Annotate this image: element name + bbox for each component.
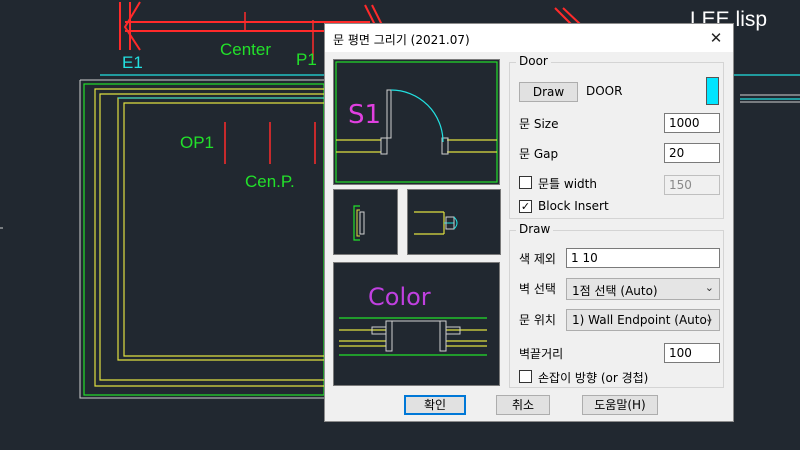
door-position-dropdown[interactable]: 1) Wall Endpoint (Auto) ⌄: [566, 309, 720, 331]
preview-frame-small: [333, 189, 398, 255]
wall-end-distance-input[interactable]: [664, 343, 720, 363]
label-e1: E1: [122, 53, 143, 72]
wall-select-label: 벽 선택: [519, 282, 556, 296]
handle-direction-label: 손잡이 방향 (or 경첩): [538, 371, 649, 385]
handle-direction-checkbox[interactable]: [519, 370, 532, 383]
draw-group-title: Draw: [516, 222, 554, 236]
door-gap-label: 문 Gap: [519, 147, 559, 161]
wall-end-distance-label: 벽끝거리: [519, 347, 564, 361]
preview-color-label: Color: [368, 283, 431, 311]
door-group: Door Draw DOOR 문 Size 문 Gap 문틀 width ✓ B…: [509, 54, 724, 219]
wall-select-value: 1점 선택 (Auto): [572, 284, 658, 298]
dialog-title: 문 평면 그리기 (2021.07): [333, 33, 470, 47]
cancel-button[interactable]: 취소: [496, 395, 550, 415]
wall-select-dropdown[interactable]: 1점 선택 (Auto) ⌄: [566, 278, 720, 300]
close-icon[interactable]: ✕: [705, 27, 727, 49]
exclude-color-label: 색 제외: [519, 252, 556, 266]
door-position-label: 문 위치: [519, 313, 556, 327]
door-size-input[interactable]: [664, 113, 720, 133]
preview-color: Color: [333, 262, 500, 386]
frame-width-checkbox[interactable]: [519, 176, 532, 189]
door-color-swatch[interactable]: [706, 77, 719, 105]
preview-door-s1: S1: [333, 59, 500, 185]
help-button[interactable]: 도움말(H): [582, 395, 658, 415]
label-cen-p: Cen.P.: [245, 172, 295, 191]
block-insert-checkbox[interactable]: ✓: [519, 200, 532, 213]
door-size-label: 문 Size: [519, 117, 559, 131]
red-opening-marks: [224, 12, 316, 164]
wall-lines: [79, 79, 325, 399]
draw-group: Draw 색 제외 벽 선택 1점 선택 (Auto) ⌄ 문 위치 1) Wa…: [509, 222, 724, 388]
ok-button[interactable]: 확인: [404, 395, 466, 415]
door-plan-dialog: 문 평면 그리기 (2021.07) ✕ S1 Color Door Draw …: [324, 23, 734, 422]
label-p1: P1: [296, 50, 317, 69]
frame-width-label: 문틀 width: [538, 177, 597, 191]
chevron-down-icon: ⌄: [704, 312, 714, 325]
exclude-color-input[interactable]: [566, 248, 720, 268]
preview-block-small: [407, 189, 501, 255]
door-gap-input[interactable]: [664, 143, 720, 163]
block-insert-label: Block Insert: [538, 199, 609, 213]
door-position-value: 1) Wall Endpoint (Auto): [572, 313, 712, 327]
chevron-down-icon: ⌄: [704, 281, 714, 294]
label-center: Center: [220, 40, 272, 59]
dialog-titlebar[interactable]: 문 평면 그리기 (2021.07) ✕: [325, 24, 733, 52]
block-name-label: DOOR: [586, 84, 623, 98]
draw-button[interactable]: Draw: [519, 82, 578, 102]
label-op1: OP1: [180, 133, 215, 152]
door-group-title: Door: [516, 54, 551, 68]
preview-s1-label: S1: [348, 100, 382, 130]
frame-width-input[interactable]: [664, 175, 720, 195]
